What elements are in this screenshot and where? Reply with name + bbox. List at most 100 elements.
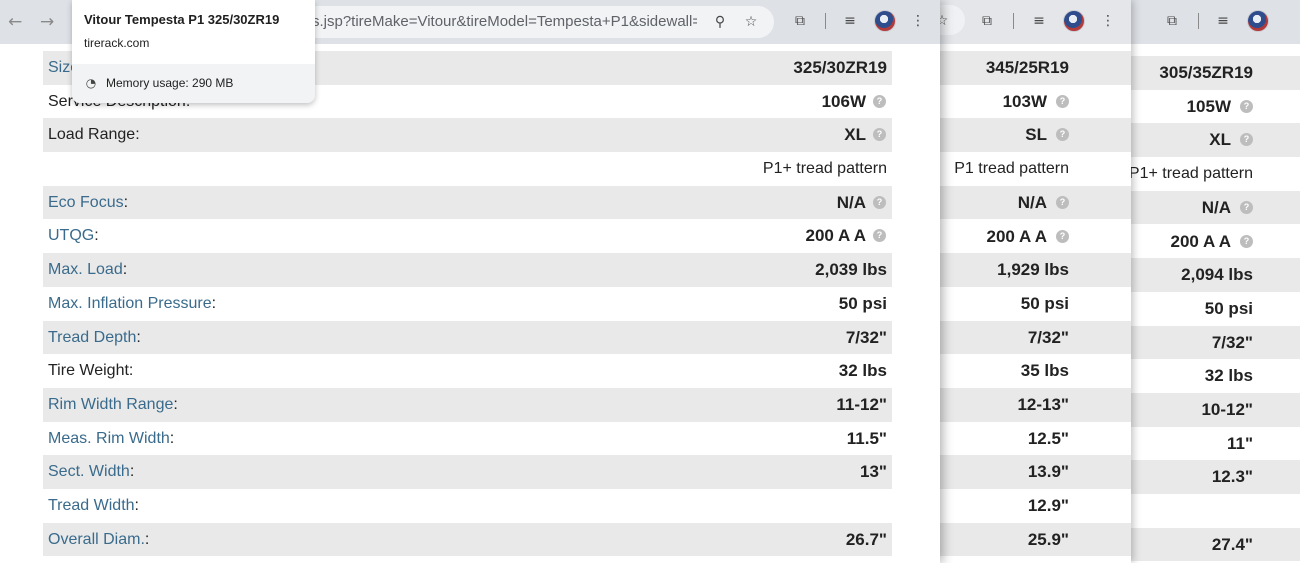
spec-label[interactable]: Eco Focus: [48,186,128,220]
compare-value: 7/32" [1211,332,1253,352]
url-text[interactable]: s.jsp?tireMake=Vitour&tireModel=Tempesta… [312,6,697,38]
spec-row: Tire Weight: 32 lbs [43,354,892,388]
back-arrow-icon[interactable]: ← [8,12,22,32]
media-control-icon[interactable]: ≡ [1029,11,1049,31]
profile-avatar-icon[interactable] [874,10,896,32]
compare-row: 12.3" [1125,460,1300,495]
help-icon[interactable]: ? [1240,133,1253,147]
spec-label[interactable]: UTQG: [48,219,99,253]
help-icon[interactable]: ? [873,195,886,209]
compare-row: 50 psi [1125,292,1300,326]
compare-row [1125,494,1300,528]
spec-label[interactable]: Tread Depth: [48,321,141,355]
compare-row: 10-12" [1125,393,1300,427]
compare-row: 200 A A? [1125,225,1300,259]
spec-label-link[interactable]: Eco Focus [48,194,124,211]
spec-value: 26.7" [845,529,887,549]
spec-value: XL [844,125,866,145]
spec-row: Eco Focus: N/A? [43,185,892,220]
help-icon[interactable]: ? [1056,128,1069,142]
compare-value: 12.9" [1027,496,1069,516]
spec-label[interactable]: Sect. Width: [48,455,134,489]
compare-row: 12.5" [935,422,1131,456]
spec-row: Tread Width: [43,489,892,523]
star-icon[interactable]: ☆ [741,12,761,32]
spec-row: P1+ tread pattern [43,152,892,186]
profile-avatar-icon[interactable] [1063,10,1085,32]
spec-label-link[interactable]: Rim Width Range [48,396,173,413]
compare-value: 200 A A [1170,231,1231,251]
memory-usage-text: Memory usage: 290 MB [106,76,234,90]
compare-value: 32 lbs [1204,366,1253,386]
spec-label-link[interactable]: Tread Depth [48,329,136,346]
compare-row: P1 tread pattern [935,152,1131,186]
compare-value: 2,094 lbs [1181,265,1253,285]
compare-row: 305/35ZR19 [1125,56,1300,90]
compare-row: SL? [935,118,1131,153]
help-icon[interactable]: ? [1240,234,1253,248]
spec-row: Overall Diam.: 26.7" [43,522,892,557]
screen: ⌄ ⧉ ≡ 305/35ZR19105W?XL?P1+ tread patter… [0,0,1300,563]
compare-row: 13.9" [935,455,1131,490]
compare-value: 103W [1002,91,1047,111]
spec-label: Load Range: [48,126,140,144]
browser-window-1[interactable]: ← → s.jsp?tireMake=Vitour&tireModel=Temp… [0,0,940,563]
spec-label[interactable]: Max. Inflation Pressure: [48,287,216,321]
help-icon[interactable]: ? [1240,200,1253,214]
compare-row: P1+ tread pattern [1125,157,1300,191]
spec-value: 11.5" [846,428,887,448]
compare-row: 12.9" [935,489,1131,523]
compare-value: 1,929 lbs [997,260,1069,280]
compare-value: 105W [1186,96,1231,116]
help-icon[interactable]: ? [1056,229,1069,243]
kebab-menu-icon[interactable]: ⋮ [1098,11,1118,31]
help-icon[interactable]: ? [873,94,886,108]
spec-label-link[interactable]: Tread Width [48,497,135,514]
browser-window-3[interactable]: ⌄ ⧉ ≡ 305/35ZR19105W?XL?P1+ tread patter… [1125,0,1300,563]
compare-value: 11" [1226,433,1253,453]
address-bar[interactable]: s.jsp?tireMake=Vitour&tireModel=Tempesta… [300,6,774,38]
compare-row: 103W? [935,85,1131,119]
spec-label-link[interactable]: Overall Diam. [48,531,145,548]
compare-row: 7/32" [1125,325,1300,360]
browser-window-2[interactable]: ☆ ⧉ ≡ ⋮ 345/25R19 103W? SL? P1 tread patter… [935,0,1131,563]
compare-value: 50 psi [1020,293,1069,313]
compare-value: N/A [1017,192,1047,212]
spec-label-link[interactable]: Max. Inflation Pressure [48,295,212,312]
spec-label: Tire Weight: [48,362,134,380]
spec-label-link[interactable]: Sect. Width [48,463,130,480]
spec-label-link[interactable]: UTQG [48,227,94,244]
spec-row: Load Range: XL? [43,118,892,153]
forward-arrow-icon[interactable]: → [40,12,54,32]
spec-label[interactable]: Overall Diam.: [48,523,149,557]
help-icon[interactable]: ? [1240,99,1253,113]
spec-row: Max. Load: 2,039 lbs [43,253,892,287]
compare-value: P1+ tread pattern [1128,165,1253,183]
spec-label[interactable]: Max. Load: [48,253,127,287]
spec-label[interactable]: Tread Width: [48,489,139,523]
help-icon[interactable]: ? [873,128,886,142]
help-icon[interactable]: ? [1056,94,1069,108]
spec-value: 2,039 lbs [815,260,887,280]
toolbar-divider [1198,13,1199,29]
profile-avatar-icon[interactable] [1247,10,1269,32]
compare-row: 50 psi [935,287,1131,321]
spec-label-link[interactable]: Max. Load [48,261,123,278]
spec-value: 325/30ZR19 [793,58,887,77]
tab-search-icon[interactable]: ⧉ [1162,11,1182,31]
spec-label[interactable]: Rim Width Range: [48,388,178,422]
tab-search-icon[interactable]: ⧉ [790,11,810,31]
toolbar-divider [825,13,826,29]
spec-value: 200 A A [805,226,866,246]
media-control-icon[interactable]: ≡ [840,11,860,31]
compare-row: N/A? [1125,190,1300,225]
media-control-icon[interactable]: ≡ [1213,11,1233,31]
kebab-menu-icon[interactable]: ⋮ [908,11,928,31]
help-icon[interactable]: ? [1056,195,1069,209]
help-icon[interactable]: ? [873,229,886,243]
tab-search-icon[interactable]: ⧉ [977,11,997,31]
zoom-icon[interactable]: ⚲ [710,12,730,32]
spec-label[interactable]: Meas. Rim Width: [48,422,174,456]
spec-label-link[interactable]: Meas. Rim Width [48,430,170,447]
compare-value: 13.9" [1027,462,1069,482]
